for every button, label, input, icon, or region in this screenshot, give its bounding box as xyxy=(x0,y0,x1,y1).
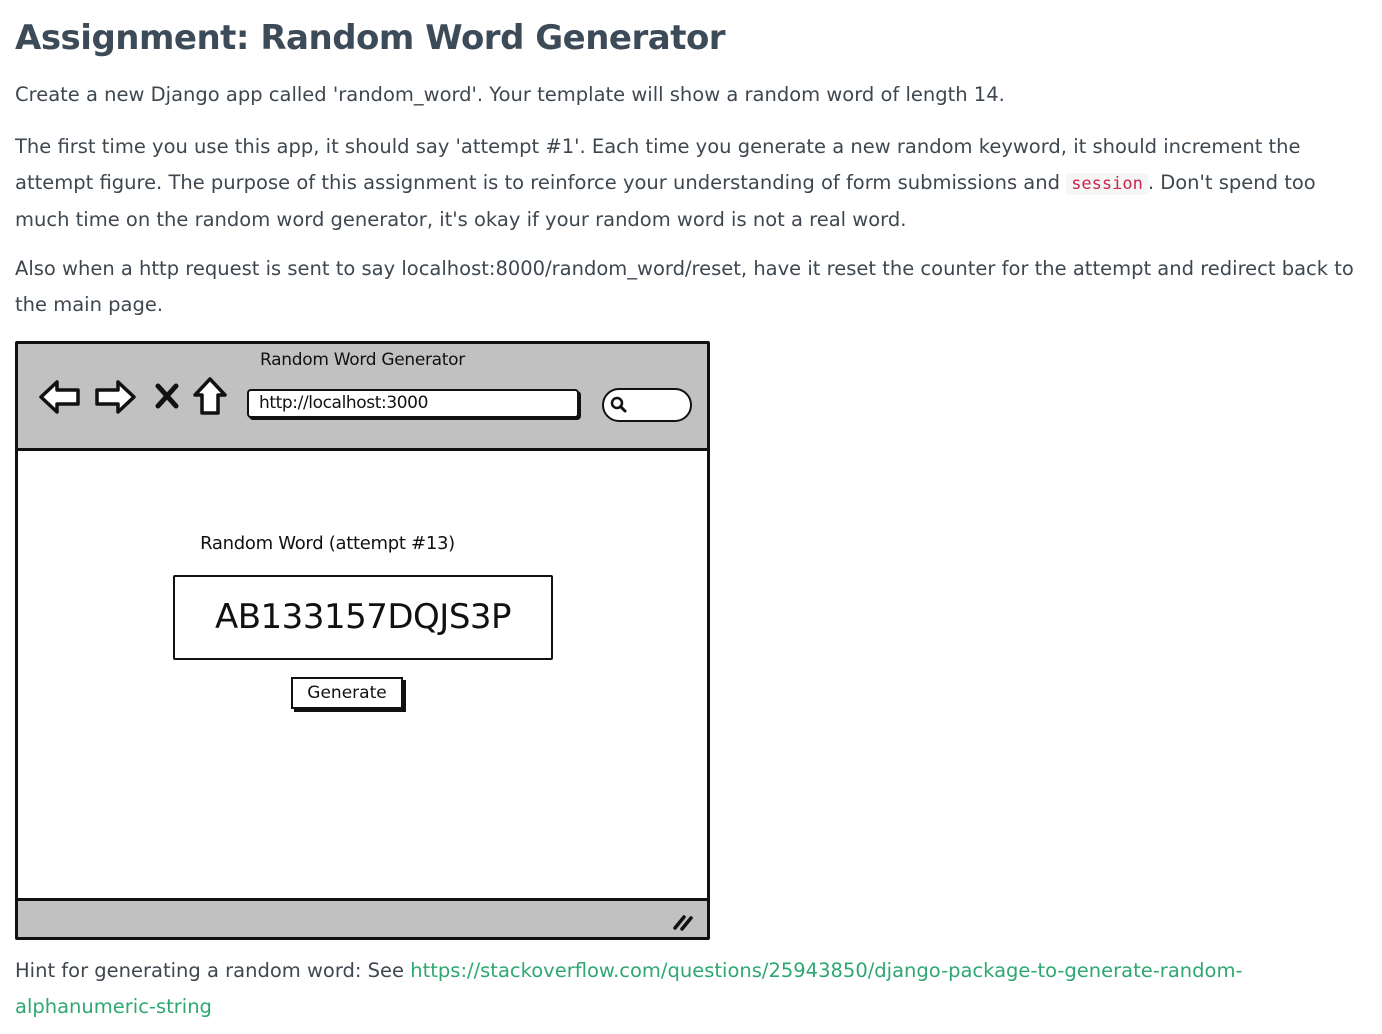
page-title: Assignment: Random Word Generator xyxy=(15,18,726,58)
forward-arrow-icon[interactable] xyxy=(93,377,137,417)
wireframe-mockup: Random Word Generator http://localhost:3… xyxy=(15,341,710,940)
word-label: Random Word (attempt #13) xyxy=(200,533,455,554)
resize-grip-icon[interactable] xyxy=(671,911,695,931)
session-paragraph: The first time you use this app, it shou… xyxy=(15,129,1367,238)
random-word-box: AB133157DQJS3P xyxy=(173,575,553,660)
search-icon xyxy=(610,396,627,413)
close-x-icon[interactable] xyxy=(154,382,180,410)
session-code: session xyxy=(1066,173,1148,195)
generate-button[interactable]: Generate xyxy=(291,677,403,709)
url-input[interactable]: http://localhost:3000 xyxy=(247,389,579,418)
reset-paragraph: Also when a http request is sent to say … xyxy=(15,257,1354,316)
home-icon[interactable] xyxy=(192,376,228,416)
hint-text: Hint for generating a random word: See xyxy=(15,959,411,982)
intro-paragraph: Create a new Django app called 'random_w… xyxy=(15,83,1005,106)
back-arrow-icon[interactable] xyxy=(38,377,82,417)
hint-paragraph: Hint for generating a random word: See h… xyxy=(15,953,1367,1025)
browser-chrome: Random Word Generator http://localhost:3… xyxy=(18,344,707,451)
random-word: AB133157DQJS3P xyxy=(214,597,512,637)
url-text: http://localhost:3000 xyxy=(259,393,428,413)
status-bar xyxy=(18,898,707,937)
window-title: Random Word Generator xyxy=(260,350,465,370)
search-field[interactable] xyxy=(602,388,692,422)
